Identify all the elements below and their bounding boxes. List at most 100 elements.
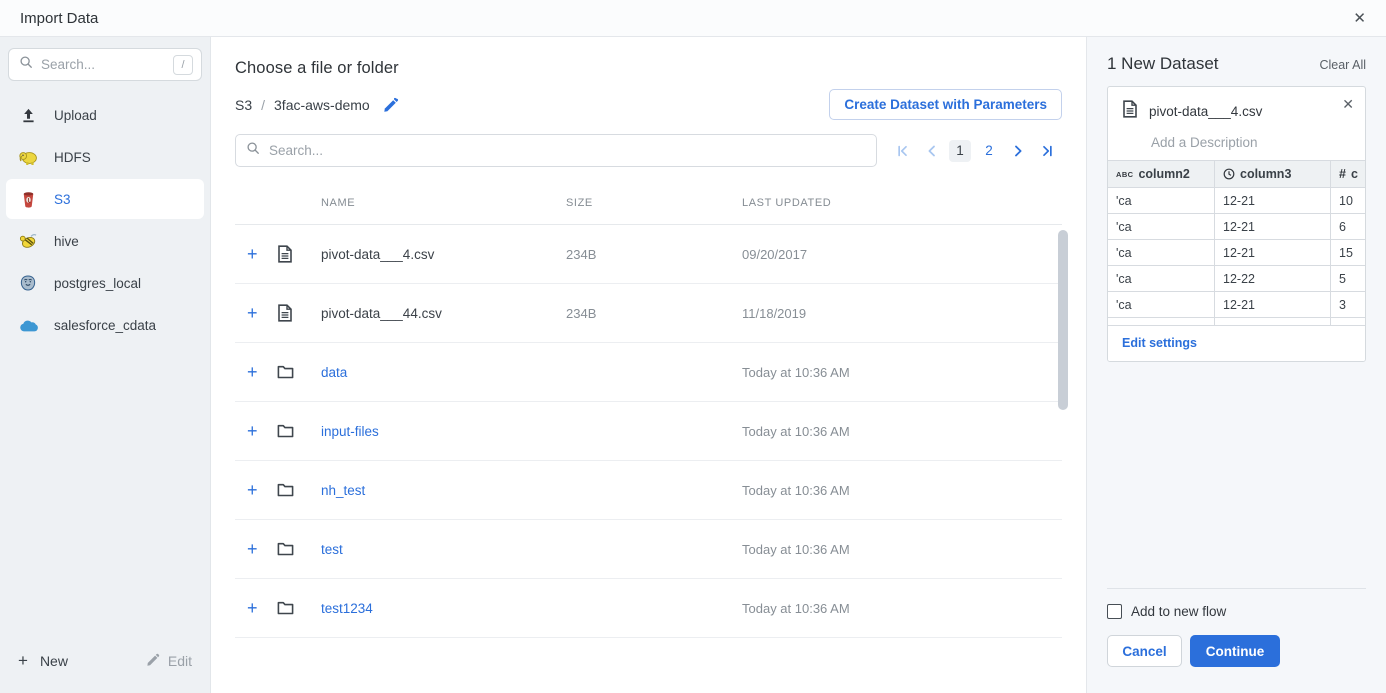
number-type-icon: # — [1339, 167, 1346, 181]
pagination-last-button[interactable] — [1036, 140, 1058, 162]
dialog-titlebar: Import Data ✕ — [0, 0, 1386, 37]
new-dataset-panel: 1 New Dataset Clear All pivot-data___4.c… — [1086, 37, 1386, 693]
preview-cell: 10 — [1331, 188, 1366, 214]
table-row[interactable]: + test Today at 10:36 AM — [235, 520, 1062, 579]
sidebar-item-s3[interactable]: S3 — [6, 179, 204, 219]
sidebar-item-postgres_local[interactable]: postgres_local — [6, 263, 204, 303]
new-connection-button[interactable]: + New — [18, 651, 68, 671]
sidebar-search-box[interactable]: / — [8, 48, 202, 81]
preview-cell: 12-21 — [1215, 214, 1331, 240]
preview-cell: 12-22 — [1215, 266, 1331, 292]
preview-column-header: #c — [1331, 161, 1366, 188]
cancel-button[interactable]: Cancel — [1107, 635, 1182, 667]
search-icon — [19, 55, 33, 74]
preview-cell: 12-21 — [1215, 240, 1331, 266]
sidebar-search-input[interactable] — [41, 57, 165, 72]
table-row[interactable]: +pivot-data___4.csv234B09/20/2017 — [235, 225, 1062, 284]
table-row[interactable]: +input-filesToday at 10:36 AM — [235, 402, 1062, 461]
preview-row: 'ca12-2115 — [1108, 240, 1366, 266]
folder-icon — [277, 483, 321, 497]
folder-link[interactable]: test1234 — [321, 601, 566, 616]
table-row[interactable]: + pivot-data___44.csv234B11/18/2019 — [235, 284, 1062, 343]
add-dataset-button[interactable]: + — [235, 245, 258, 263]
add-to-new-flow-checkbox[interactable] — [1107, 604, 1122, 619]
preview-row: 'ca12-213 — [1108, 292, 1366, 318]
folder-link[interactable]: data — [321, 365, 566, 380]
column-header-size: SIZE — [566, 197, 742, 209]
page-prev-icon — [927, 145, 936, 157]
string-type-icon: ABC — [1116, 170, 1133, 179]
preview-column-header: column3 — [1215, 161, 1331, 188]
pagination-next-button[interactable] — [1007, 140, 1029, 162]
sidebar-item-label: HDFS — [54, 150, 91, 165]
table-row[interactable]: +dataToday at 10:36 AM — [235, 343, 1062, 402]
salesforce-cloud-icon — [18, 318, 38, 333]
page-title: Choose a file or folder — [235, 59, 1062, 78]
folder-link[interactable]: test — [321, 542, 566, 557]
dataset-card: pivot-data___4.csv ✕ Add a Description A… — [1107, 86, 1366, 362]
file-size: 234B — [566, 306, 742, 321]
pencil-icon — [146, 653, 160, 670]
file-search-input[interactable] — [269, 143, 866, 158]
folder-link[interactable]: input-files — [321, 424, 566, 439]
file-icon — [277, 304, 321, 322]
connections-sidebar: / Upload HDFS S3hivepostgres_localsalesfor… — [0, 37, 211, 693]
add-dataset-button[interactable]: + — [235, 422, 258, 440]
folder-link[interactable]: nh_test — [321, 483, 566, 498]
hdfs-elephant-icon — [18, 148, 38, 166]
preview-row: 'ca12-225 — [1108, 266, 1366, 292]
pagination-first-button — [891, 140, 913, 162]
add-dataset-button[interactable]: + — [235, 363, 258, 381]
add-dataset-button[interactable]: + — [235, 599, 258, 617]
add-dataset-button[interactable]: + — [235, 540, 258, 558]
file-name[interactable]: pivot-data___4.csv — [321, 247, 566, 262]
sidebar-item-upload[interactable]: Upload — [6, 95, 204, 135]
plus-icon: + — [18, 651, 28, 671]
clock-icon — [1223, 168, 1235, 180]
folder-icon — [277, 365, 321, 379]
s3-bucket-icon — [18, 190, 38, 209]
preview-cell: 12-21 — [1215, 188, 1331, 214]
create-dataset-with-parameters-button[interactable]: Create Dataset with Parameters — [829, 89, 1062, 120]
add-to-new-flow-label: Add to new flow — [1131, 604, 1226, 619]
edit-settings-link[interactable]: Edit settings — [1122, 336, 1197, 350]
sidebar-item-salesforce_cdata[interactable]: salesforce_cdata — [6, 305, 204, 345]
search-icon — [246, 141, 260, 160]
pagination-prev-button — [920, 140, 942, 162]
column-header-last-updated: LAST UPDATED — [742, 197, 1062, 209]
folder-icon — [277, 542, 321, 556]
table-row[interactable]: +nh_testToday at 10:36 AM — [235, 461, 1062, 520]
last-updated: Today at 10:36 AM — [742, 542, 1062, 557]
add-dataset-button[interactable]: + — [235, 481, 258, 499]
preview-cell — [1215, 318, 1331, 325]
sidebar-item-hive[interactable]: hive — [6, 221, 204, 261]
pagination-page-2[interactable]: 2 — [978, 140, 1000, 162]
preview-cell: 6 — [1331, 214, 1366, 240]
breadcrumb-root[interactable]: S3 — [235, 97, 252, 113]
preview-cell: 'ca — [1108, 292, 1215, 318]
edit-path-button[interactable] — [383, 97, 399, 113]
remove-dataset-button[interactable]: ✕ — [1342, 96, 1354, 113]
dialog-title: Import Data — [20, 10, 98, 27]
close-icon[interactable]: ✕ — [1353, 11, 1366, 26]
add-dataset-button[interactable]: + — [235, 304, 258, 322]
scrollbar-thumb[interactable] — [1058, 230, 1068, 410]
add-description-field[interactable]: Add a Description — [1108, 123, 1365, 160]
table-row[interactable]: +test1234Today at 10:36 AM — [235, 579, 1062, 638]
sidebar-item-label: Upload — [54, 108, 97, 123]
postgres-elephant-icon — [18, 274, 38, 292]
file-browser-main: Choose a file or folder S3 / 3fac-aws-de… — [211, 37, 1086, 693]
import-data-dialog: Import Data ✕ / UploadHDFSS3hivepostgres… — [0, 0, 1386, 693]
folder-icon — [277, 601, 321, 615]
edit-connections-button[interactable]: Edit — [146, 653, 192, 670]
file-icon — [1122, 100, 1138, 123]
file-name[interactable]: pivot-data___44.csv — [321, 306, 566, 321]
file-search-box[interactable] — [235, 134, 877, 167]
preview-cell: 5 — [1331, 266, 1366, 292]
sidebar-footer: + New Edit — [0, 637, 210, 693]
clear-all-button[interactable]: Clear All — [1319, 58, 1366, 72]
preview-cell: 'ca — [1108, 214, 1215, 240]
sidebar-item-hdfs[interactable]: HDFS — [6, 137, 204, 177]
last-updated: 11/18/2019 — [742, 306, 1062, 321]
continue-button[interactable]: Continue — [1190, 635, 1280, 667]
